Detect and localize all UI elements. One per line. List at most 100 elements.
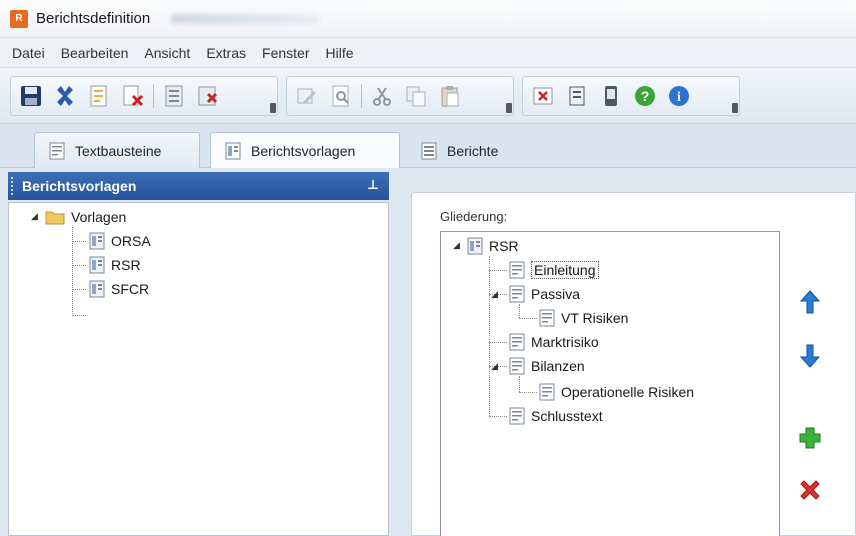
collapse-icon[interactable]: ◢ xyxy=(453,240,460,251)
toolbar-separator xyxy=(153,84,154,108)
template-icon xyxy=(89,232,105,250)
toolbar-group-file xyxy=(10,76,278,116)
move-up-button[interactable] xyxy=(795,287,825,317)
collapse-icon[interactable]: ◢ xyxy=(31,211,38,222)
tree-item-rsr[interactable]: RSR xyxy=(89,255,141,275)
outline-label: Gliederung: xyxy=(440,209,508,224)
add-icon xyxy=(799,427,821,449)
collapse-icon[interactable]: ◢ xyxy=(491,361,498,372)
report-icon[interactable] xyxy=(160,82,188,110)
preview-icon[interactable] xyxy=(327,82,355,110)
tree-item-orsa[interactable]: ORSA xyxy=(89,231,151,251)
tree-line xyxy=(489,270,507,271)
info-icon[interactable]: i xyxy=(665,82,693,110)
toolbar-grip[interactable] xyxy=(732,103,738,113)
text-block-icon xyxy=(509,407,525,425)
tree-line xyxy=(519,304,520,318)
menu-datei[interactable]: Datei xyxy=(4,45,53,61)
menu-hilfe[interactable]: Hilfe xyxy=(317,45,361,61)
outline-item-bilanzen[interactable]: Bilanzen xyxy=(509,356,585,376)
text-block-icon xyxy=(509,285,525,303)
template-icon xyxy=(225,142,241,159)
tree-line xyxy=(489,416,507,417)
right-panel: Gliederung: ◢ RSR Einleitung ◢ Passiva V… xyxy=(397,168,856,536)
title-blur xyxy=(170,13,321,24)
app-icon: R xyxy=(10,9,28,28)
remove-icon xyxy=(800,480,820,500)
tree-item-sfcr[interactable]: SFCR xyxy=(89,279,149,299)
help-icon[interactable]: ? xyxy=(631,82,659,110)
tree-line xyxy=(519,392,537,393)
menu-extras[interactable]: Extras xyxy=(198,45,254,61)
menu-ansicht[interactable]: Ansicht xyxy=(136,45,198,61)
tab-berichtsvorlagen[interactable]: Berichtsvorlagen xyxy=(210,132,400,168)
text-block-icon xyxy=(49,142,65,159)
template-icon xyxy=(89,280,105,298)
import-icon[interactable] xyxy=(194,82,222,110)
menu-bearbeiten[interactable]: Bearbeiten xyxy=(53,45,137,61)
tab-berichte[interactable]: Berichte xyxy=(406,132,546,168)
edit-icon[interactable] xyxy=(293,82,321,110)
cancel-icon[interactable] xyxy=(529,82,557,110)
tab-label: Berichte xyxy=(447,142,499,159)
copy-icon[interactable] xyxy=(402,82,430,110)
report-icon xyxy=(421,142,437,159)
add-button[interactable] xyxy=(795,423,825,453)
phone-icon[interactable] xyxy=(597,82,625,110)
outline-item-einleitung[interactable]: Einleitung xyxy=(509,260,599,280)
tree-line xyxy=(489,256,490,416)
pin-icon[interactable]: ⊥ xyxy=(367,177,379,193)
toolbar-grip[interactable] xyxy=(506,103,512,113)
toolbar: ? i xyxy=(0,68,856,124)
tab-strip: Textbausteine Berichtsvorlagen Berichte xyxy=(0,124,856,168)
new-document-icon[interactable] xyxy=(85,82,113,110)
outline-item-marktrisiko[interactable]: Marktrisiko xyxy=(509,332,599,352)
toolbar-grip[interactable] xyxy=(270,103,276,113)
move-down-button[interactable] xyxy=(795,341,825,371)
tree-line xyxy=(72,315,86,316)
save-icon[interactable] xyxy=(17,82,45,110)
text-block-icon xyxy=(509,357,525,375)
collapse-icon[interactable]: ◢ xyxy=(491,289,498,300)
template-icon xyxy=(467,237,483,255)
tree-line xyxy=(72,265,86,266)
outline-editor: Gliederung: ◢ RSR Einleitung ◢ Passiva V… xyxy=(411,192,856,536)
move-down-icon xyxy=(799,344,821,368)
template-icon xyxy=(89,256,105,274)
outline-root-rsr[interactable]: RSR xyxy=(467,236,519,256)
menu-bar: Datei Bearbeiten Ansicht Extras Fenster … xyxy=(0,38,856,68)
folder-icon xyxy=(45,211,65,225)
header-grip[interactable] xyxy=(11,177,14,195)
panel-title: Berichtsvorlagen xyxy=(22,178,137,194)
toolbar-separator xyxy=(361,84,362,108)
outline-item-operationelle-risiken[interactable]: Operationelle Risiken xyxy=(539,382,694,402)
tree-line xyxy=(519,376,520,392)
templates-tree[interactable]: ◢ Vorlagen ORSA RSR SFCR xyxy=(8,202,389,536)
cut-icon[interactable] xyxy=(368,82,396,110)
text-block-icon xyxy=(509,261,525,279)
move-up-icon xyxy=(799,290,821,314)
tree-line xyxy=(72,241,86,242)
remove-button[interactable] xyxy=(795,475,825,505)
tab-textbausteine[interactable]: Textbausteine xyxy=(34,132,200,168)
tree-item-vorlagen[interactable]: Vorlagen xyxy=(45,207,126,227)
outline-item-schlusstext[interactable]: Schlusstext xyxy=(509,406,603,426)
text-block-icon xyxy=(539,383,555,401)
text-block-icon xyxy=(509,333,525,351)
close-document-icon[interactable] xyxy=(119,82,147,110)
title-bar: R Berichtsdefinition xyxy=(0,0,856,38)
svg-text:i: i xyxy=(677,90,681,105)
menu-fenster[interactable]: Fenster xyxy=(254,45,317,61)
toolbar-group-edit xyxy=(286,76,514,116)
outline-item-passiva[interactable]: Passiva xyxy=(509,284,580,304)
tree-line xyxy=(72,289,86,290)
tab-label: Textbausteine xyxy=(75,142,162,159)
paste-icon[interactable] xyxy=(436,82,464,110)
delete-icon[interactable] xyxy=(51,82,79,110)
document-icon[interactable] xyxy=(563,82,591,110)
tab-label: Berichtsvorlagen xyxy=(251,142,356,159)
text-block-icon xyxy=(539,309,555,327)
left-panel: Berichtsvorlagen ⊥ ◢ Vorlagen ORSA RSR S… xyxy=(0,168,397,536)
outline-tree[interactable]: ◢ RSR Einleitung ◢ Passiva VT Risiken Ma… xyxy=(440,231,780,536)
outline-item-vt-risiken[interactable]: VT Risiken xyxy=(539,308,628,328)
